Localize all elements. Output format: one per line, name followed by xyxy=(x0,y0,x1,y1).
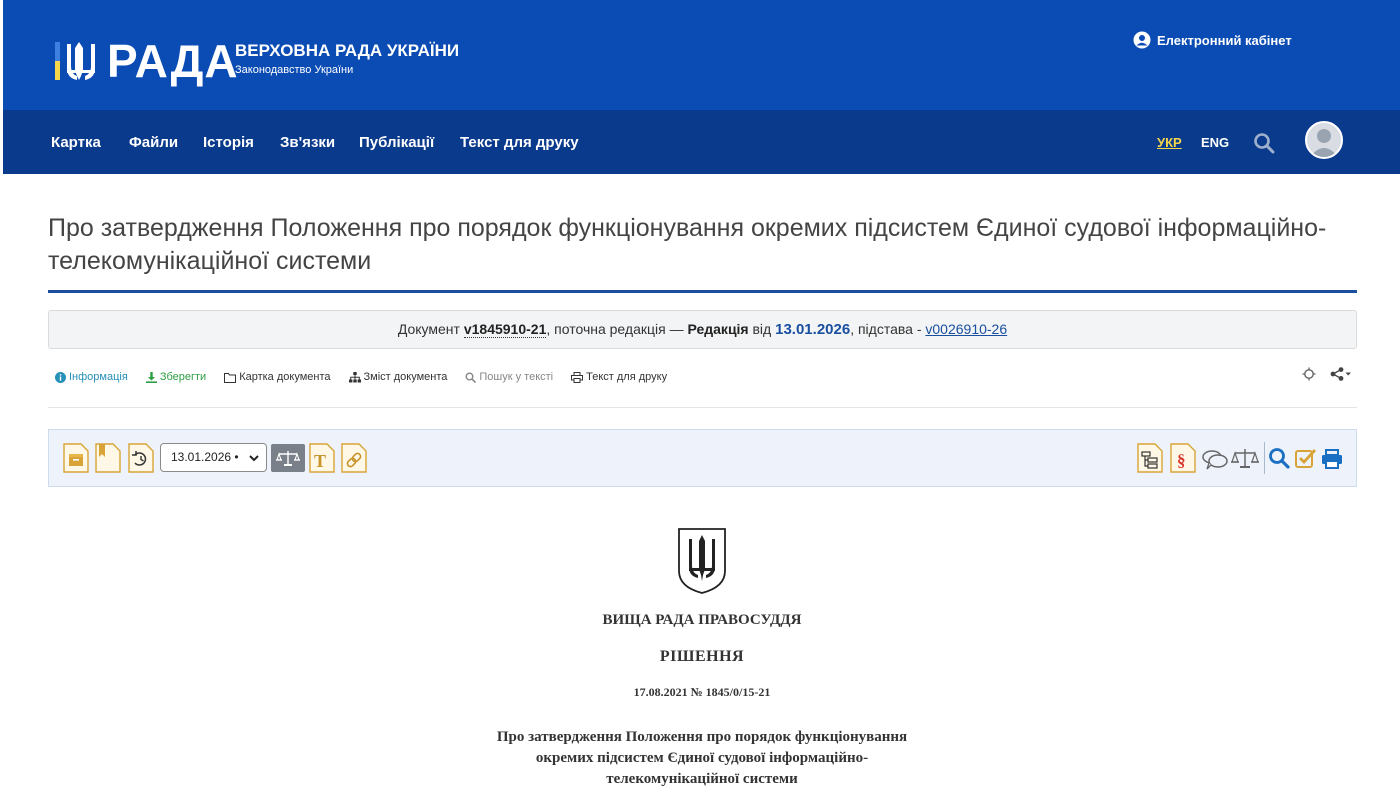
lang-ukr-link[interactable]: УКР xyxy=(1157,135,1182,151)
status-mid: , поточна редакція — xyxy=(546,321,688,337)
info-tool[interactable]: Інформація xyxy=(55,371,128,383)
document-toolbar: 13.01.2026 • T § xyxy=(48,429,1357,487)
share-icon[interactable] xyxy=(1330,367,1352,381)
nav-item-files[interactable]: Файли xyxy=(129,134,178,152)
balance-scales-icon[interactable] xyxy=(1230,443,1260,473)
document-tools: Інформація Зберегти Картка документа Змі… xyxy=(55,368,685,386)
search-in-text-tool[interactable]: Пошук у тексті xyxy=(465,371,553,383)
contents-tool[interactable]: Зміст документа xyxy=(348,371,448,383)
document-date-number: 17.08.2021 № 1845/0/15-21 xyxy=(633,685,771,699)
electronic-cabinet-link[interactable]: Електронний кабінет xyxy=(1133,30,1292,50)
status-redaction-label: Редакція xyxy=(687,321,749,337)
scales-icon xyxy=(276,451,300,466)
status-from: від xyxy=(748,321,776,337)
link-doc-icon[interactable] xyxy=(341,443,367,473)
card-label: Картка документа xyxy=(239,371,331,383)
basis-link[interactable]: v0026910-26 xyxy=(925,321,1007,337)
redaction-date: 13.01.2026 xyxy=(775,321,851,338)
card-tool[interactable]: Картка документа xyxy=(224,371,331,383)
redaction-date-select[interactable]: 13.01.2026 • xyxy=(160,443,267,472)
heading-line: Про затвердження Положення про порядок ф… xyxy=(496,729,908,745)
tools-divider xyxy=(48,407,1357,408)
cabinet-label: Електронний кабінет xyxy=(1157,32,1292,48)
nav-item-publications[interactable]: Публікації xyxy=(359,134,434,152)
section-doc-icon[interactable]: § xyxy=(1170,443,1196,473)
title-divider xyxy=(48,290,1357,293)
avatar[interactable] xyxy=(1305,121,1343,159)
lang-eng-link[interactable]: ENG xyxy=(1201,135,1229,151)
structure-doc-icon[interactable] xyxy=(1137,443,1163,473)
comments-icon[interactable] xyxy=(1201,443,1229,473)
nav-item-print-text[interactable]: Текст для друку xyxy=(460,134,579,152)
archive-doc-icon[interactable] xyxy=(63,443,89,473)
status-prefix: Документ xyxy=(397,321,464,337)
info-label: Інформація xyxy=(69,371,128,383)
page-title: Про затвердження Положення про порядок ф… xyxy=(48,214,1327,275)
info-icon xyxy=(55,371,66,383)
bookmark-doc-icon[interactable] xyxy=(95,443,121,473)
nav-item-history[interactable]: Історія xyxy=(203,134,254,152)
print-tool[interactable]: Текст для друку xyxy=(571,371,667,383)
sitemap-icon xyxy=(348,371,361,382)
document-number[interactable]: v1845910-21 xyxy=(463,321,547,338)
logo-word[interactable]: РАДА xyxy=(107,38,239,84)
nav-item-card[interactable]: Картка xyxy=(51,134,101,152)
magnifier-icon xyxy=(465,372,477,383)
toolbar-divider xyxy=(1264,442,1265,474)
heading-line: телекомунікаційної системи xyxy=(606,771,798,787)
status-basis: , підстава - xyxy=(850,321,926,337)
site-subtitle[interactable]: Законодавство України xyxy=(235,64,353,76)
heading-line: окремих підсистем Єдиної судової інформа… xyxy=(535,750,869,766)
svg-text:T: T xyxy=(314,451,326,471)
document-status-bar: Документ v1845910-21, поточна редакція —… xyxy=(48,310,1357,349)
print-label: Текст для друку xyxy=(586,371,668,383)
check-square-icon[interactable] xyxy=(1294,443,1318,473)
document-type: РІШЕННЯ xyxy=(659,648,745,665)
nav-item-links[interactable]: Зв'язки xyxy=(280,134,335,152)
user-circle-icon xyxy=(1133,31,1151,49)
document-heading: Про затвердження Положення про порядок ф… xyxy=(452,727,952,790)
contents-label: Зміст документа xyxy=(363,371,448,383)
text-doc-icon[interactable]: T xyxy=(309,443,335,473)
settings-icon[interactable] xyxy=(1302,367,1316,381)
compare-button[interactable] xyxy=(271,444,305,472)
coat-of-arms-icon xyxy=(678,528,726,594)
save-tool[interactable]: Зберегти xyxy=(145,371,207,383)
tryzub-logo-icon[interactable] xyxy=(55,40,103,84)
site-title[interactable]: ВЕРХОВНА РАДА УКРАЇНИ xyxy=(235,42,459,60)
issuing-body: ВИЩА РАДА ПРАВОСУДДЯ xyxy=(602,612,802,628)
tools-right xyxy=(1302,367,1352,381)
site-header: РАДА ВЕРХОВНА РАДА УКРАЇНИ Законодавство… xyxy=(3,0,1400,110)
printer-icon xyxy=(571,371,584,383)
user-avatar-icon xyxy=(1310,129,1338,157)
print-icon[interactable] xyxy=(1320,443,1344,473)
main-nav: Картка Файли Історія Зв'язки Публікації … xyxy=(3,110,1400,174)
chevron-down-icon xyxy=(249,455,259,462)
folder-icon xyxy=(224,372,237,383)
history-doc-icon[interactable] xyxy=(128,443,154,473)
search-icon[interactable] xyxy=(1253,132,1275,154)
svg-text:§: § xyxy=(1177,451,1186,470)
search-in-text-label: Пошук у тексті xyxy=(479,371,554,383)
save-label: Зберегти xyxy=(159,371,207,383)
download-icon xyxy=(145,371,157,383)
date-select-value: 13.01.2026 • xyxy=(171,450,239,464)
find-icon[interactable] xyxy=(1267,443,1291,473)
